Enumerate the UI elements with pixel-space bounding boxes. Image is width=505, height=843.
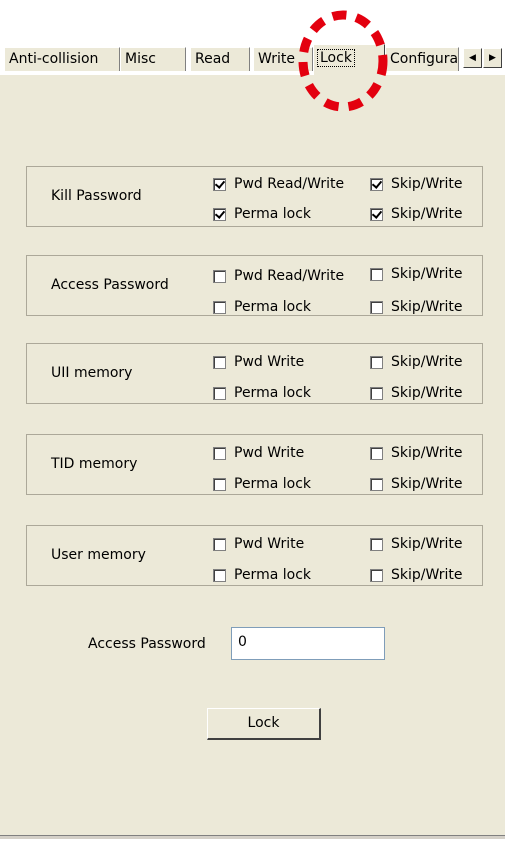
access-pwd-read-write-checkbox[interactable]: Pwd Read/Write [213, 266, 344, 286]
tab-strip: Anti-collision Misc Read Write Lock Conf… [0, 44, 505, 75]
checkbox-box[interactable] [370, 177, 383, 191]
group-label: User memory [51, 547, 146, 563]
tab-misc[interactable]: Misc [120, 47, 186, 71]
window: { "tabs": [ {"label":"Anti-collision"}, … [0, 0, 505, 843]
checkbox-label: Skip/Write [391, 476, 463, 492]
kill-skip-write-checkbox-1[interactable]: Skip/Write [370, 174, 462, 194]
checkbox-label: Perma lock [234, 206, 311, 222]
checkbox-box[interactable] [370, 477, 383, 491]
tab-scroll-left-button[interactable]: ◀ [463, 48, 482, 68]
tab-write[interactable]: Write [253, 47, 313, 71]
checkbox-label: Perma lock [234, 385, 311, 401]
tab-label: Misc [125, 51, 156, 67]
checkbox-box[interactable] [213, 355, 226, 369]
uii-perma-lock-checkbox[interactable]: Perma lock [213, 383, 311, 403]
checkbox-box[interactable] [370, 386, 383, 400]
panel-bottom-border [0, 835, 505, 839]
access-skip-write-checkbox-1[interactable]: Skip/Write [370, 264, 462, 284]
tab-scroll-right-button[interactable]: ▶ [483, 48, 502, 68]
kill-skip-write-checkbox-2[interactable]: Skip/Write [370, 204, 462, 224]
uii-skip-write-checkbox-1[interactable]: Skip/Write [370, 352, 462, 372]
group-label: TID memory [51, 456, 138, 472]
checkbox-label: Skip/Write [391, 536, 463, 552]
checkbox-label: Skip/Write [391, 266, 463, 282]
kill-perma-lock-checkbox[interactable]: Perma lock [213, 204, 311, 224]
checkbox-label: Pwd Read/Write [234, 268, 345, 284]
tab-label: Anti-collision [9, 51, 99, 67]
checkbox-label: Skip/Write [391, 176, 463, 192]
checkbox-box[interactable] [370, 446, 383, 460]
uii-pwd-write-checkbox[interactable]: Pwd Write [213, 352, 304, 372]
uii-skip-write-checkbox-2[interactable]: Skip/Write [370, 383, 462, 403]
checkbox-label: Pwd Write [234, 445, 305, 461]
user-skip-write-checkbox-1[interactable]: Skip/Write [370, 534, 462, 554]
checkbox-box[interactable] [213, 177, 226, 191]
tab-label: Read [195, 51, 231, 67]
tid-pwd-write-checkbox[interactable]: Pwd Write [213, 443, 304, 463]
checkbox-label: Perma lock [234, 567, 311, 583]
checkbox-box[interactable] [370, 537, 383, 551]
user-perma-lock-checkbox[interactable]: Perma lock [213, 565, 311, 585]
checkbox-box[interactable] [213, 568, 226, 582]
checkbox-box[interactable] [213, 386, 226, 400]
checkbox-label: Skip/Write [391, 299, 463, 315]
access-perma-lock-checkbox[interactable]: Perma lock [213, 297, 311, 317]
checkbox-label: Perma lock [234, 299, 311, 315]
checkbox-label: Skip/Write [391, 445, 463, 461]
checkbox-box[interactable] [370, 207, 383, 221]
tab-label: Write [258, 51, 295, 67]
tab-lock[interactable]: Lock [313, 44, 385, 75]
checkbox-box[interactable] [370, 355, 383, 369]
checkbox-box[interactable] [213, 477, 226, 491]
checkbox-box[interactable] [213, 300, 226, 314]
user-memory-group: User memory Pwd Write Skip/Write Perma l… [26, 525, 483, 586]
group-label: Kill Password [51, 188, 142, 204]
user-pwd-write-checkbox[interactable]: Pwd Write [213, 534, 304, 554]
tid-skip-write-checkbox-2[interactable]: Skip/Write [370, 474, 462, 494]
kill-pwd-read-write-checkbox[interactable]: Pwd Read/Write [213, 174, 344, 194]
tab-read[interactable]: Read [190, 47, 250, 71]
arrow-left-icon: ◀ [469, 53, 476, 63]
checkbox-label: Skip/Write [391, 354, 463, 370]
checkbox-label: Pwd Write [234, 536, 305, 552]
tid-memory-group: TID memory Pwd Write Skip/Write Perma lo… [26, 434, 483, 495]
checkbox-box[interactable] [213, 446, 226, 460]
tid-perma-lock-checkbox[interactable]: Perma lock [213, 474, 311, 494]
kill-password-group: Kill Password Pwd Read/Write Skip/Write … [26, 166, 483, 227]
group-label: Access Password [51, 277, 169, 293]
uii-memory-group: UII memory Pwd Write Skip/Write Perma lo… [26, 343, 483, 404]
lock-button[interactable]: Lock [207, 708, 321, 740]
tid-skip-write-checkbox-1[interactable]: Skip/Write [370, 443, 462, 463]
checkbox-box[interactable] [370, 568, 383, 582]
tab-anti-collision[interactable]: Anti-collision [4, 47, 120, 71]
checkbox-box[interactable] [370, 300, 383, 314]
checkbox-box[interactable] [213, 537, 226, 551]
tab-configuration[interactable]: Configuration [385, 47, 459, 71]
checkbox-label: Skip/Write [391, 385, 463, 401]
access-password-input[interactable]: 0 [231, 627, 385, 660]
access-skip-write-checkbox-2[interactable]: Skip/Write [370, 297, 462, 317]
checkbox-label: Pwd Read/Write [234, 176, 345, 192]
access-password-label: Access Password [88, 636, 206, 652]
checkbox-box[interactable] [213, 269, 226, 283]
arrow-right-icon: ▶ [489, 53, 496, 63]
tab-label: Configuration [390, 51, 459, 67]
checkbox-label: Perma lock [234, 476, 311, 492]
access-password-group: Access Password Pwd Read/Write Skip/Writ… [26, 255, 483, 316]
checkbox-label: Skip/Write [391, 567, 463, 583]
user-skip-write-checkbox-2[interactable]: Skip/Write [370, 565, 462, 585]
checkbox-box[interactable] [370, 267, 383, 281]
checkbox-label: Skip/Write [391, 206, 463, 222]
checkbox-box[interactable] [213, 207, 226, 221]
checkbox-label: Pwd Write [234, 354, 305, 370]
tab-label: Lock [317, 49, 355, 67]
group-label: UII memory [51, 365, 133, 381]
